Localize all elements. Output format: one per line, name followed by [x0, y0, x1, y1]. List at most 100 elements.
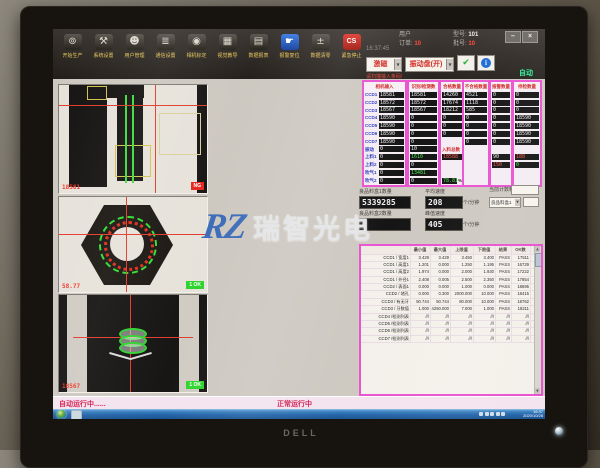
confirm-button[interactable]: ✔ [457, 55, 475, 71]
toolbar-item-vision-teach[interactable]: ▦视觉教导 [214, 32, 241, 76]
tray-icon[interactable] [479, 412, 483, 416]
row-label: CCD2 [365, 99, 378, 107]
toolbar-item-emergency-stop[interactable]: CS紧急停止 [338, 32, 365, 76]
scroll-down-icon[interactable]: ▼ [535, 388, 540, 394]
peak-speed-value: 405 [425, 218, 463, 231]
laser-dropdown[interactable]: 激磁 ▼ [366, 57, 402, 72]
value-cell: 0 [410, 115, 437, 121]
value-cell: 0 [410, 131, 437, 137]
batch-info: 批号: 10 [453, 41, 475, 48]
vibrator-dropdown[interactable]: 振动盘(开) ▼ [405, 57, 454, 72]
scrollbar-thumb[interactable] [535, 253, 542, 267]
toolbar-item-communication-settings[interactable]: ≣通信设置 [152, 32, 179, 76]
cell: /// [474, 321, 496, 327]
table-row[interactable]: CCD1 / 宽度13.4293.4293.4503.400PASS17511 [361, 255, 541, 262]
value-cell: 0 [465, 115, 487, 121]
table-row: 0 [464, 114, 488, 122]
tray-icon[interactable] [496, 412, 500, 416]
table-row[interactable]: CCD1 / 外径12.4080.0052.5002.350PASS17854 [361, 277, 541, 284]
current-box-dropdown[interactable]: 良品料盒1▼ [489, 197, 521, 208]
table-row [514, 177, 540, 185]
column-header: 下限值 [474, 246, 496, 254]
row-label: CCD5 /检测列表 [361, 321, 411, 327]
toolbar-item-camera-calibration[interactable]: ◉相机标定 [183, 32, 210, 76]
table-row: 0 [409, 161, 438, 169]
info-button[interactable]: i [477, 55, 495, 71]
crosshair [155, 85, 156, 193]
toolbar: ⊚开始生产⚒系统设置☻用户管理≣通信设置◉相机标定▦视觉教导▤数据报表☛报警复位… [53, 29, 545, 79]
table-row [464, 177, 488, 185]
cell: 17854 [512, 277, 531, 283]
tray-icon[interactable] [485, 412, 489, 416]
value-cell: 90 [492, 154, 510, 160]
table-row: 18572 [409, 99, 438, 107]
power-button[interactable] [555, 427, 563, 435]
table-row: 78.81% [441, 177, 463, 185]
volume-icon[interactable] [501, 412, 505, 416]
current-box-field[interactable] [511, 185, 539, 195]
taskbar-app-button[interactable] [71, 410, 82, 419]
tray-icon[interactable] [490, 412, 494, 416]
table-row: 188 [514, 153, 540, 161]
camera-calibration-icon: ◉ [188, 34, 206, 50]
toolbar-item-user-management[interactable]: ☻用户管理 [121, 32, 148, 76]
cell: 2.000 [451, 269, 474, 275]
toolbar-item-label: 系统设置 [93, 53, 113, 59]
table-row: 0 [409, 130, 438, 138]
table-row: 13481 [409, 169, 438, 177]
status-bar: 自动运行中...... 正常运行中 [53, 396, 545, 410]
table-row[interactable]: CCD7 /检测列表////////////////// [361, 336, 541, 343]
current-box-count-field[interactable] [523, 197, 539, 207]
cell: /// [496, 336, 512, 342]
toolbar-item-data-report[interactable]: ▤数据报表 [245, 32, 272, 76]
table-row: 0 [464, 130, 488, 138]
cell: 80.000 [451, 299, 474, 305]
table-row[interactable]: CCD3 / 有无牙50.74450.74480.00010.000PASS18… [361, 299, 541, 306]
table-row [491, 146, 511, 154]
toolbar-item-start-production[interactable]: ⊚开始生产 [59, 32, 86, 76]
cell: /// [431, 321, 451, 327]
row-label: CCD6 [365, 130, 378, 138]
value-cell: 0 [379, 154, 404, 160]
table-row[interactable]: CCD3 / 牙数值1.0004250.0007.0001.000PASS182… [361, 306, 541, 313]
brand-name: 瑞智光电 [253, 207, 373, 246]
value-cell: 0 [492, 107, 510, 113]
toolbar-item-data-clear[interactable]: ±数据清零 [307, 32, 334, 76]
toolbar-item-alarm-reset[interactable]: ☛报警复位 [276, 32, 303, 76]
table-row[interactable]: CCD2 / 堵孔0.0000.3002000.00010.000PASS184… [361, 291, 541, 298]
toolbar-item-label: 通信设置 [155, 53, 175, 59]
cell: PASS [496, 255, 512, 261]
table-row[interactable]: CCD5 /检测列表////////////////// [361, 321, 541, 328]
value-cell: 0 [515, 107, 539, 113]
order-info: 订单: 10 [399, 41, 421, 48]
cell: 17222 [512, 269, 531, 275]
cell: /// [411, 328, 431, 334]
table-row: 18590 [514, 114, 540, 122]
cell: 18762 [512, 299, 531, 305]
table-row: 18581 [409, 91, 438, 99]
value-cell: 18590 [515, 123, 539, 129]
cell: 50.744 [431, 299, 451, 305]
taskbar-clock[interactable]: 16:37 2020/10/28 [507, 410, 543, 419]
table-row[interactable]: CCD6 /检测列表////////////////// [361, 328, 541, 335]
minimize-button[interactable]: – [505, 31, 521, 43]
cell: /// [431, 336, 451, 342]
row-label: CCD5 [365, 122, 378, 130]
cell: /// [496, 321, 512, 327]
scroll-up-icon[interactable]: ▲ [535, 246, 540, 252]
table-row[interactable]: CCD4 /检测列表////////////////// [361, 314, 541, 321]
empty-cell [442, 139, 462, 145]
value-cell: 150 [492, 162, 510, 168]
table-row[interactable]: CCD2 / 表面10.0000.0001.0000.000PASS18695 [361, 284, 541, 291]
table-row[interactable]: CCD1 / 高度21.9740.0002.0001.930PASS17222 [361, 269, 541, 276]
crosshair [59, 234, 207, 235]
table-row[interactable]: CCD1 / 高度11.2010.0001.2501.195PASS16729 [361, 262, 541, 269]
column-header: 待检数量 [514, 82, 540, 91]
toolbar-item-system-settings[interactable]: ⚒系统设置 [90, 32, 117, 76]
row-label: CCD4 /检测列表 [361, 314, 411, 320]
start-button[interactable] [57, 410, 66, 419]
table-scrollbar[interactable]: ▲ ▼ [534, 246, 541, 394]
cell: 10.000 [474, 299, 496, 305]
close-button[interactable]: × [522, 31, 538, 43]
cell: /// [496, 328, 512, 334]
